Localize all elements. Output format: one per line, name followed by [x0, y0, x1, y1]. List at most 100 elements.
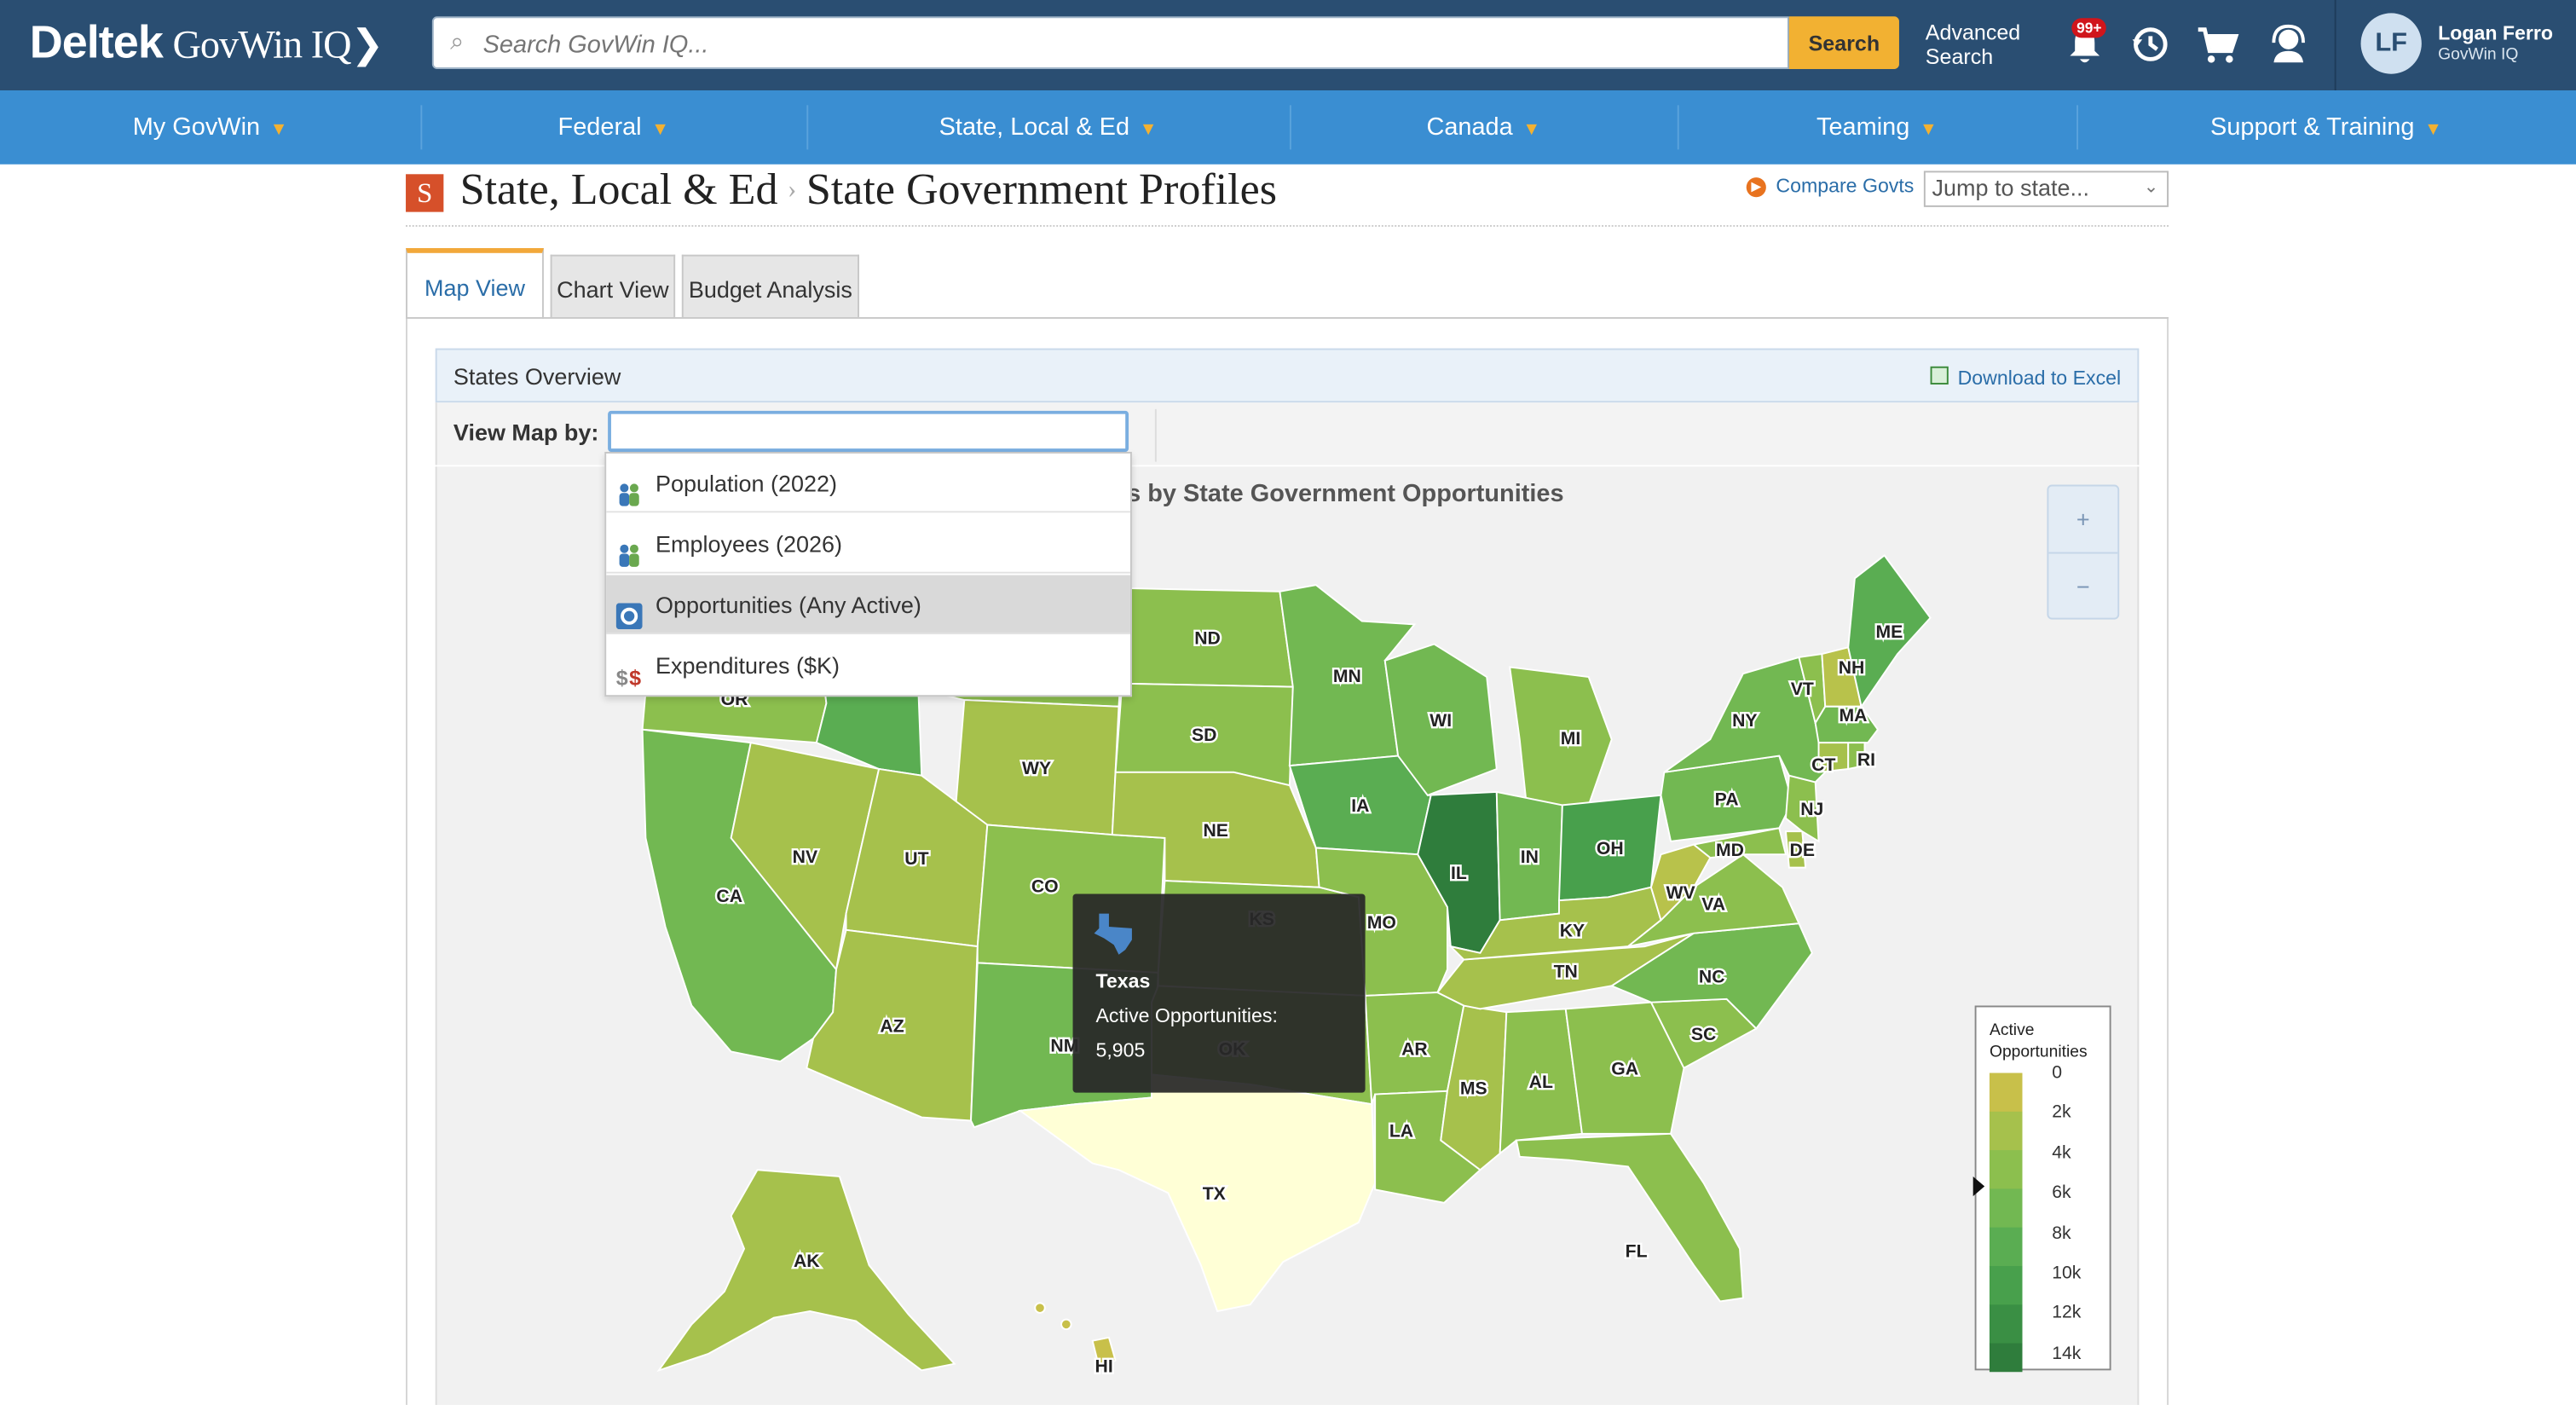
avatar[interactable]: LF — [2360, 13, 2422, 74]
tooltip-state-name: Texas — [1095, 969, 1151, 993]
search-input[interactable] — [479, 24, 1768, 65]
state-label-ri: RI — [1857, 750, 1875, 770]
state-label-la: LA — [1389, 1122, 1413, 1142]
states-overview-header: States Overview Download to Excel — [435, 348, 2140, 403]
chevron-down-icon: ▼ — [2424, 119, 2443, 140]
legend-band — [1989, 1265, 2023, 1306]
nav-state-local-ed[interactable]: State, Local & Ed ▼ — [806, 90, 1290, 165]
state-label-ny: NY — [1732, 711, 1757, 731]
state-label-sd: SD — [1192, 726, 1216, 745]
option-label: Opportunities (Any Active) — [655, 591, 921, 618]
chevron-down-icon: ▼ — [269, 119, 288, 140]
excel-icon — [1929, 366, 1949, 384]
state-label-nc: NC — [1699, 968, 1725, 987]
tooltip-metric-value: 5,905 — [1095, 1038, 1146, 1062]
state-label-nd: ND — [1194, 629, 1221, 649]
opportunity-icon — [615, 592, 643, 630]
state-label-ca: CA — [716, 887, 742, 906]
jump-to-state-select[interactable]: Jump to state... ⌄ — [1923, 171, 2169, 207]
legend-band — [1989, 1227, 2023, 1267]
state-label-ne: NE — [1203, 821, 1227, 841]
nav-label: Canada — [1426, 113, 1513, 142]
state-tx[interactable] — [1018, 1073, 1377, 1313]
nav-teaming[interactable]: Teaming ▼ — [1678, 90, 2076, 165]
legend-band — [1989, 1188, 2023, 1229]
download-excel-label: Download to Excel — [1957, 366, 2122, 390]
nav-label: Teaming — [1816, 113, 1910, 142]
top-header: DeltekGovWin IQ❯ ⌕ Search Advanced Searc… — [0, 0, 2576, 91]
state-label-sc: SC — [1691, 1025, 1716, 1044]
user-org: GovWin IQ — [2438, 45, 2519, 65]
option-label: Expenditures ($K) — [655, 652, 840, 679]
arrow-circle-icon: ▶ — [1746, 177, 1766, 198]
tab-budget-analysis[interactable]: Budget Analysis — [681, 254, 859, 317]
chevron-down-icon: ▼ — [1919, 119, 1938, 140]
state-label-fl: FL — [1626, 1241, 1648, 1261]
dropdown-option-expenditures[interactable]: $ $ Expenditures ($K) — [606, 636, 1130, 695]
notification-badge: 99+ — [2071, 18, 2107, 38]
view-map-by-label: View Map by: — [453, 419, 599, 446]
state-hi[interactable] — [1060, 1318, 1072, 1331]
state-fl[interactable] — [1515, 1132, 1744, 1303]
state-label-mn: MN — [1333, 667, 1361, 686]
dropdown-option-opportunities[interactable]: Opportunities (Any Active) — [606, 575, 1130, 634]
govwin-logo[interactable]: Deltek GovWin IQ❯ — [30, 16, 384, 69]
texas-shape-icon — [1094, 913, 1132, 955]
section-badge: S — [406, 174, 444, 212]
nav-my-govwin[interactable]: My GovWin ▼ — [0, 90, 420, 165]
state-label-ga: GA — [1611, 1059, 1638, 1078]
search-button[interactable]: Search — [1788, 16, 1899, 69]
state-label-ms: MS — [1460, 1079, 1487, 1099]
state-label-wy: WY — [1022, 759, 1051, 778]
advanced-search-line2: Search — [1925, 44, 1994, 69]
map-legend: Active Opportunities 0 2k 4k 6k 8k 10k 12k 14k — [1972, 1005, 2111, 1373]
nav-label: My GovWin — [132, 113, 261, 142]
state-label-co: CO — [1031, 877, 1059, 897]
legend-band — [1989, 1343, 2023, 1373]
history-icon[interactable] — [2128, 21, 2174, 67]
state-label-me: ME — [1876, 622, 1903, 642]
state-label-ct: CT — [1811, 755, 1835, 775]
nav-canada[interactable]: Canada ▼ — [1290, 90, 1678, 165]
compare-govts-link[interactable]: ▶ Compare Govts — [1746, 174, 1914, 198]
legend-pointer-icon — [1972, 1176, 1985, 1197]
advanced-search-line1: Advanced — [1925, 20, 2021, 45]
state-label-tx: TX — [1203, 1184, 1226, 1204]
chevron-down-icon: ▼ — [1139, 119, 1158, 140]
legend-label: 10k — [2052, 1263, 2082, 1284]
search-icon: ⌕ — [450, 27, 465, 56]
tab-map-view[interactable]: Map View — [406, 248, 544, 319]
download-excel-link[interactable]: Download to Excel — [1929, 366, 2122, 390]
dropdown-option-population[interactable]: Population (2022) — [606, 454, 1130, 513]
advanced-search-link[interactable]: Advanced Search — [1926, 20, 2020, 69]
view-map-by-dropdown: Population (2022) Employees (2026) Oppor… — [604, 452, 1132, 697]
state-label-ia: IA — [1351, 796, 1369, 816]
nav-label: State, Local & Ed — [939, 113, 1130, 142]
row-divider — [1154, 408, 1157, 462]
state-label-md: MD — [1716, 841, 1744, 860]
breadcrumb-section[interactable]: State, Local & Ed — [460, 165, 778, 214]
legend-label: 12k — [2052, 1304, 2082, 1324]
support-icon[interactable] — [2266, 21, 2312, 67]
cart-icon[interactable] — [2195, 21, 2241, 67]
legend-band — [1989, 1150, 2023, 1190]
dropdown-option-employees[interactable]: Employees (2026) — [606, 514, 1130, 574]
state-label-mi: MI — [1561, 729, 1581, 749]
global-search: ⌕ — [431, 16, 1789, 69]
title-divider — [406, 225, 2169, 227]
state-label-ma: MA — [1840, 706, 1868, 726]
user-name[interactable]: Logan Ferro — [2438, 21, 2553, 44]
state-hi[interactable] — [1034, 1302, 1046, 1314]
state-label-al: AL — [1529, 1073, 1553, 1092]
nav-federal[interactable]: Federal ▼ — [420, 90, 806, 165]
view-map-by-input[interactable] — [608, 410, 1129, 453]
state-label-il: IL — [1451, 864, 1467, 883]
legend-label: 2k — [2052, 1102, 2071, 1124]
state-label-pa: PA — [1715, 789, 1739, 809]
chevron-down-icon: ▼ — [1522, 119, 1541, 140]
nav-support-training[interactable]: Support & Training ▼ — [2076, 90, 2576, 165]
state-label-az: AZ — [880, 1016, 904, 1036]
tooltip-metric-label: Active Opportunities: — [1095, 1003, 1278, 1027]
main-nav: My GovWin ▼ Federal ▼ State, Local & Ed ▼ C… — [0, 90, 2576, 165]
tab-chart-view[interactable]: Chart View — [550, 254, 676, 317]
